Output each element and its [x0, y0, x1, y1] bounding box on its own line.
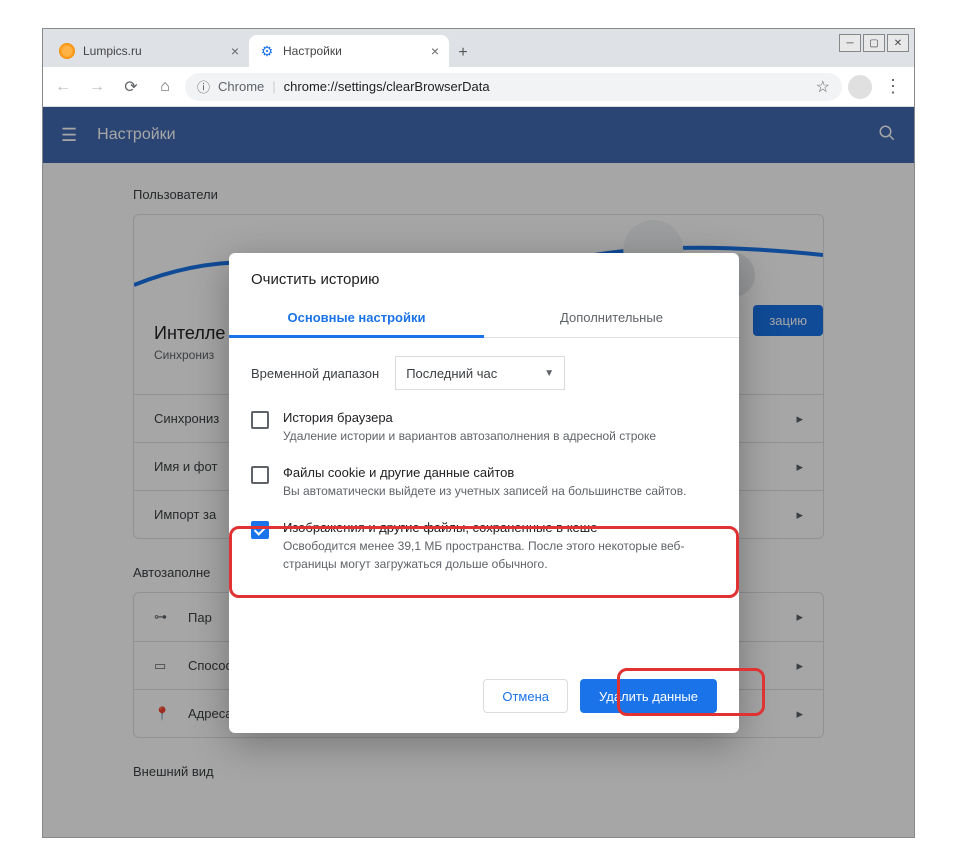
site-info-icon[interactable]: ⓘ	[197, 77, 210, 96]
option-desc: Удаление истории и вариантов автозаполне…	[283, 427, 656, 445]
tab-lumpics[interactable]: Lumpics.ru ×	[49, 35, 249, 67]
forward-button[interactable]: →	[83, 73, 111, 101]
new-tab-button[interactable]: +	[449, 39, 477, 67]
option-title: Файлы cookie и другие данные сайтов	[283, 465, 686, 480]
minimize-button[interactable]: ─	[839, 34, 861, 52]
dialog-tabs: Основные настройки Дополнительные	[229, 300, 739, 338]
cancel-button[interactable]: Отмена	[483, 679, 568, 713]
close-window-button[interactable]: ✕	[887, 34, 909, 52]
checkbox[interactable]	[251, 521, 269, 539]
chevron-down-icon: ▼	[544, 368, 554, 379]
checkbox[interactable]	[251, 466, 269, 484]
time-range-label: Временной диапазон	[251, 366, 379, 381]
time-range-row: Временной диапазон Последний час ▼	[229, 338, 739, 400]
bookmark-star-icon[interactable]: ☆	[816, 77, 830, 97]
tab-advanced[interactable]: Дополнительные	[484, 300, 739, 337]
option-cached-images[interactable]: Изображения и другие файлы, сохраненные …	[229, 510, 739, 583]
tab-title: Настройки	[283, 44, 342, 58]
tab-strip: Lumpics.ru × ⚙ Настройки × +	[43, 29, 914, 67]
dialog-title: Очистить историю	[229, 253, 739, 300]
option-cookies[interactable]: Файлы cookie и другие данные сайтов Вы а…	[229, 455, 739, 510]
option-desc: Вы автоматически выйдете из учетных запи…	[283, 482, 686, 500]
profile-avatar[interactable]	[848, 75, 872, 99]
maximize-button[interactable]: ▢	[863, 34, 885, 52]
toolbar: ← → ⟳ ⌂ ⓘ Chrome | chrome://settings/cle…	[43, 67, 914, 107]
url-origin: Chrome	[218, 79, 264, 94]
close-tab-icon[interactable]: ×	[431, 43, 439, 59]
browser-window: ─ ▢ ✕ Lumpics.ru × ⚙ Настройки × + ← → ⟳…	[42, 28, 915, 838]
settings-favicon-icon: ⚙	[259, 43, 275, 59]
address-bar[interactable]: ⓘ Chrome | chrome://settings/clearBrowse…	[185, 73, 842, 101]
home-button[interactable]: ⌂	[151, 73, 179, 101]
favicon-icon	[59, 43, 75, 59]
option-title: Изображения и другие файлы, сохраненные …	[283, 520, 717, 535]
clear-history-dialog: Очистить историю Основные настройки Допо…	[229, 253, 739, 733]
content-area: ☰ Настройки Пользователи Интелле Синхрон…	[43, 107, 914, 837]
close-tab-icon[interactable]: ×	[231, 43, 239, 59]
checkbox[interactable]	[251, 411, 269, 429]
tab-title: Lumpics.ru	[83, 44, 142, 58]
option-title: История браузера	[283, 410, 656, 425]
back-button[interactable]: ←	[49, 73, 77, 101]
reload-button[interactable]: ⟳	[117, 73, 145, 101]
window-controls: ─ ▢ ✕	[839, 34, 909, 52]
option-browsing-history[interactable]: История браузера Удаление истории и вари…	[229, 400, 739, 455]
url-path: chrome://settings/clearBrowserData	[284, 79, 490, 94]
clear-data-button[interactable]: Удалить данные	[580, 679, 717, 713]
tab-settings[interactable]: ⚙ Настройки ×	[249, 35, 449, 67]
option-desc: Освободится менее 39,1 МБ пространства. …	[283, 537, 717, 573]
tab-basic[interactable]: Основные настройки	[229, 300, 484, 338]
time-range-dropdown[interactable]: Последний час ▼	[395, 356, 565, 390]
menu-button[interactable]: ⋮	[878, 76, 908, 97]
dialog-actions: Отмена Удалить данные	[229, 665, 739, 733]
